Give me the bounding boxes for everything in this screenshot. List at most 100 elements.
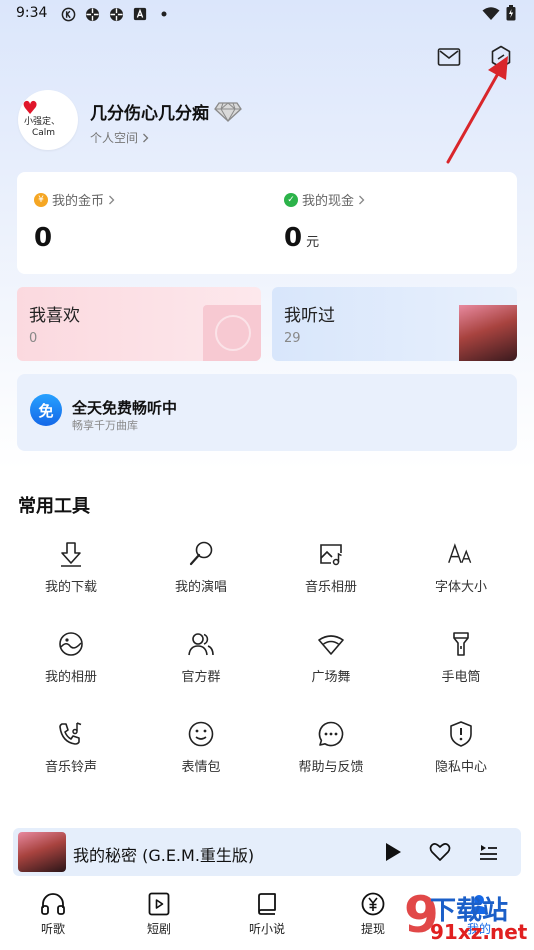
status-time: 9:34 bbox=[16, 5, 48, 21]
tools-section-title: 常用工具 bbox=[18, 496, 90, 517]
listen-history-count: 29 bbox=[284, 331, 301, 346]
tool-label: 官方群 bbox=[181, 670, 221, 685]
emoji-icon bbox=[188, 721, 214, 747]
chevron-right-icon bbox=[359, 195, 365, 204]
tool-flashlight[interactable]: 手电筒 bbox=[396, 630, 526, 694]
playlist-icon bbox=[480, 845, 497, 860]
music-album-icon bbox=[320, 544, 342, 566]
nav-label: 听歌 bbox=[40, 922, 65, 936]
coins-section[interactable]: ¥ 我的金币 0 bbox=[34, 190, 115, 253]
tool-label: 我的相册 bbox=[44, 670, 97, 685]
tool-music-album[interactable]: 音乐相册 bbox=[266, 540, 396, 604]
tool-label: 手电筒 bbox=[441, 670, 481, 685]
cash-value: 0 bbox=[284, 223, 303, 253]
nav-listen-songs[interactable]: 听歌 bbox=[18, 892, 88, 937]
flashlight-icon bbox=[453, 632, 469, 656]
aperture-icon bbox=[84, 6, 100, 22]
photo-album-icon bbox=[59, 632, 83, 656]
listen-history-tile[interactable]: 我听过 29 bbox=[272, 287, 517, 361]
tool-label: 我的下载 bbox=[44, 580, 97, 595]
tool-label: 帮助与反馈 bbox=[298, 760, 364, 775]
free-badge-icon: 免 bbox=[30, 394, 62, 426]
avatar-text-2: Calm bbox=[32, 128, 56, 138]
nav-novels[interactable]: 听小说 bbox=[232, 892, 302, 937]
play-button[interactable] bbox=[381, 840, 405, 864]
ringtone-icon bbox=[59, 722, 82, 745]
personal-space-label: 个人空间 bbox=[90, 131, 139, 145]
microphone-icon bbox=[189, 541, 213, 566]
k-app-icon bbox=[60, 6, 76, 22]
history-album-cover bbox=[459, 305, 517, 361]
battery-icon bbox=[506, 5, 516, 25]
coin-icon: ¥ bbox=[34, 192, 48, 207]
status-notification-icons bbox=[60, 6, 172, 22]
tool-privacy-center[interactable]: 隐私中心 bbox=[396, 720, 526, 784]
tool-emoji[interactable]: 表情包 bbox=[136, 720, 266, 784]
cash-section[interactable]: ✓ 我的现金 0 元 bbox=[284, 190, 365, 253]
nav-label: 听小说 bbox=[248, 922, 285, 936]
personal-space-link[interactable]: 个人空间 bbox=[90, 129, 149, 146]
nav-label: 短剧 bbox=[146, 922, 171, 936]
user-nickname[interactable]: 几分伤心几分痴 bbox=[90, 99, 209, 124]
avatar[interactable]: ♥ 小强定、 Calm bbox=[18, 90, 78, 150]
privacy-shield-icon bbox=[450, 721, 472, 747]
listen-history-title: 我听过 bbox=[284, 306, 335, 326]
free-listening-banner[interactable]: 免 全天免费畅听中 畅享千万曲库 bbox=[17, 374, 517, 451]
download-icon bbox=[61, 542, 81, 567]
tool-help-feedback[interactable]: 帮助与反馈 bbox=[266, 720, 396, 784]
tool-my-singing[interactable]: 我的演唱 bbox=[136, 540, 266, 604]
vip-diamond-icon[interactable] bbox=[214, 100, 242, 122]
banner-subtitle: 畅享千万曲库 bbox=[72, 419, 138, 432]
mini-player[interactable]: 我的秘密 (G.E.M.重生版) bbox=[13, 828, 521, 876]
my-likes-count: 0 bbox=[29, 331, 38, 346]
nav-label: 提现 bbox=[360, 922, 385, 936]
playlist-button[interactable] bbox=[476, 840, 500, 864]
favorite-button[interactable] bbox=[428, 840, 452, 864]
tool-square-dance[interactable]: 广场舞 bbox=[266, 630, 396, 694]
heart-outline-icon bbox=[429, 843, 451, 861]
now-playing-title: 我的秘密 (G.E.M.重生版) bbox=[73, 846, 255, 865]
watermark-text-b: 91xz.net bbox=[430, 920, 528, 944]
cash-label: 我的现金 bbox=[302, 194, 355, 209]
fan-dance-icon bbox=[318, 635, 344, 655]
coins-value: 0 bbox=[34, 223, 53, 253]
tool-font-size[interactable]: 字体大小 bbox=[396, 540, 526, 604]
tool-download[interactable]: 我的下载 bbox=[6, 540, 136, 604]
nav-withdraw[interactable]: 提现 bbox=[338, 892, 408, 937]
tool-ringtone[interactable]: 音乐铃声 bbox=[6, 720, 136, 784]
dot-icon bbox=[156, 6, 172, 22]
now-playing-cover bbox=[18, 832, 66, 872]
tool-label: 广场舞 bbox=[311, 670, 351, 685]
yuan-coin-icon bbox=[361, 892, 385, 916]
tool-photo-album[interactable]: 我的相册 bbox=[6, 630, 136, 694]
play-icon bbox=[386, 843, 401, 861]
likes-cover-placeholder bbox=[203, 305, 261, 361]
coins-label: 我的金币 bbox=[52, 194, 105, 209]
tool-label: 音乐铃声 bbox=[44, 760, 97, 775]
tool-label: 我的演唱 bbox=[174, 580, 227, 595]
aperture-icon-2 bbox=[108, 6, 124, 22]
annotation-arrow-icon bbox=[446, 56, 508, 164]
tool-label: 隐私中心 bbox=[434, 760, 487, 775]
tool-label: 字体大小 bbox=[434, 580, 487, 595]
group-icon bbox=[188, 633, 214, 656]
avatar-text-1: 小强定、 bbox=[24, 117, 61, 127]
tool-official-group[interactable]: 官方群 bbox=[136, 630, 266, 694]
feedback-icon bbox=[318, 721, 344, 747]
watermark: 9 下载站 91xz.net bbox=[404, 886, 534, 950]
tool-label: 表情包 bbox=[181, 760, 221, 775]
tool-label: 音乐相册 bbox=[304, 580, 357, 595]
font-size-icon bbox=[448, 543, 472, 563]
cash-unit: 元 bbox=[306, 235, 320, 250]
video-play-icon bbox=[148, 892, 170, 916]
book-icon bbox=[258, 893, 276, 915]
banner-title: 全天免费畅听中 bbox=[72, 399, 178, 417]
status-bar: 9:34 bbox=[0, 0, 534, 28]
wallet-card: ¥ 我的金币 0 ✓ 我的现金 0 元 bbox=[17, 172, 517, 274]
status-system-icons bbox=[482, 5, 516, 25]
headphones-icon bbox=[41, 893, 65, 915]
cash-check-icon: ✓ bbox=[284, 192, 298, 207]
my-likes-tile[interactable]: 我喜欢 0 bbox=[17, 287, 261, 361]
my-likes-title: 我喜欢 bbox=[29, 306, 80, 326]
nav-short-drama[interactable]: 短剧 bbox=[124, 892, 194, 937]
